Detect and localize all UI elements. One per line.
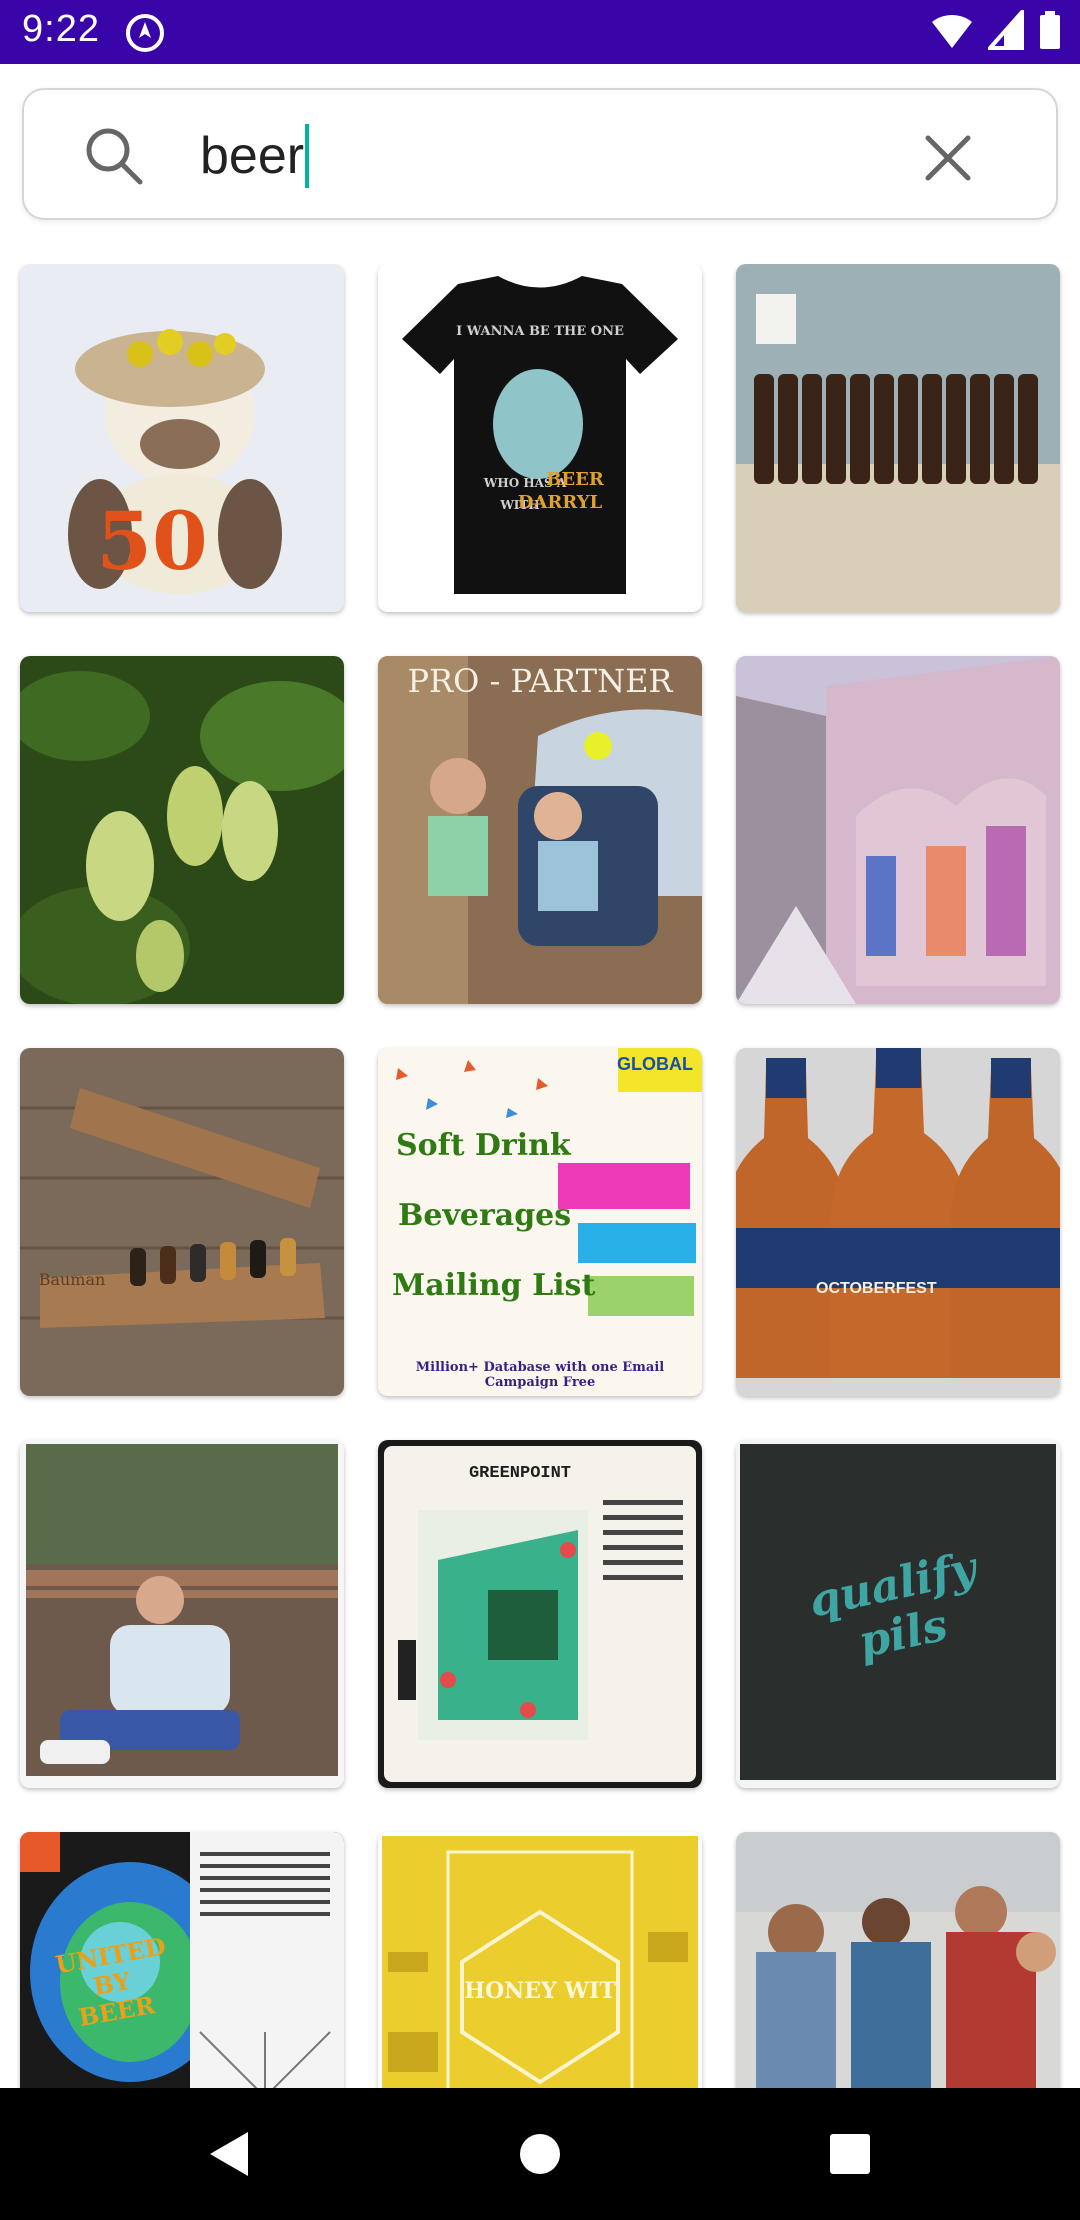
result-image-man-on-deck-photo[interactable] — [20, 1440, 344, 1788]
graffiti-image — [736, 656, 1060, 1004]
honey-wit-image — [378, 1832, 702, 2088]
result-image-kids-stroller[interactable]: PRO - PARTNER — [378, 656, 702, 1004]
result-image-hops-plant[interactable] — [20, 656, 344, 1004]
bottles-image — [736, 264, 1060, 612]
festival-crowd-image — [736, 1832, 1060, 2088]
paddles-image — [20, 1048, 344, 1396]
home-icon[interactable] — [510, 2124, 570, 2184]
result-image-festival-crowd[interactable] — [736, 1832, 1060, 2088]
octoberfest-image — [736, 1048, 1060, 1396]
back-icon[interactable] — [200, 2124, 260, 2184]
tshirt-line1: I WANNA BE THE ONE — [456, 324, 624, 339]
mailing-line3: Mailing List — [392, 1268, 596, 1303]
search-bar[interactable]: beer — [22, 88, 1058, 220]
result-image-mailing-list-ad[interactable]: GLOBAL Soft Drink Beverages Mailing List… — [378, 1048, 702, 1396]
hops-image — [20, 656, 344, 1004]
search-query: beer — [200, 127, 305, 185]
text-caret — [305, 124, 310, 188]
close-icon[interactable] — [920, 130, 976, 186]
result-image-wooden-flight-paddles[interactable]: Bauman — [20, 1048, 344, 1396]
united-by-beer-text: UNITED BY BEER — [53, 1931, 168, 2033]
app-notification-icon — [126, 14, 164, 52]
result-image-octoberfest-bottles[interactable]: OCTOBERFEST — [736, 1048, 1060, 1396]
tshirt-line3: BEER — [546, 469, 604, 490]
wifi-icon — [932, 14, 972, 49]
result-image-graffiti-alley[interactable] — [736, 656, 1060, 1004]
cell-signal-icon — [988, 10, 1024, 50]
result-image-crochet-donkey[interactable]: 50 — [20, 264, 344, 612]
donkey-number-text: 50 — [96, 494, 208, 588]
mailing-line1: Soft Drink — [396, 1128, 571, 1163]
tshirt-line5: DARRYL — [517, 492, 603, 513]
search-icon — [86, 128, 143, 185]
result-image-brown-bottles[interactable] — [736, 264, 1060, 612]
mailing-badge-text: GLOBAL — [617, 1054, 693, 1074]
pro-partner-text: PRO - PARTNER — [407, 662, 673, 700]
greenpoint-text: GREENPOINT — [468, 1464, 572, 1483]
result-image-united-by-beer-label[interactable]: UNITED BY BEER — [20, 1832, 344, 2088]
paddle-engraving-text: Bauman — [38, 1270, 106, 1289]
battery-icon — [1040, 11, 1060, 49]
navigation-bar — [0, 2088, 1080, 2220]
result-image-bigfoot-tshirt[interactable]: I WANNA BE THE ONE WHO HAS A BEER WITH D… — [378, 264, 702, 612]
result-image-qualify-pils-label[interactable]: qualify pils — [736, 1440, 1060, 1788]
tshirt-image — [378, 264, 702, 612]
mailing-footer: Million+ Database with one Email Campaig… — [415, 1360, 665, 1390]
greenpoint-image — [378, 1440, 702, 1788]
mailing-line2: Beverages — [398, 1198, 572, 1233]
octoberfest-text: OCTOBERFEST — [816, 1280, 937, 1297]
result-image-honey-wit-label[interactable]: HONEY WIT — [378, 1832, 702, 2088]
recent-apps-icon[interactable] — [820, 2124, 880, 2184]
image-results-grid: 50 I WANNA BE THE ONE WHO HAS A BEER WIT… — [0, 264, 1080, 2088]
status-time: 9:22 — [22, 8, 100, 50]
man-photo-image — [20, 1440, 344, 1788]
honey-wit-text: HONEY WIT — [464, 1978, 616, 2004]
result-image-greenpoint-label[interactable]: GREENPOINT — [378, 1440, 702, 1788]
search-input[interactable]: beer — [200, 124, 310, 188]
kids-image — [378, 656, 702, 1004]
status-bar: 9:22 — [0, 0, 1080, 64]
